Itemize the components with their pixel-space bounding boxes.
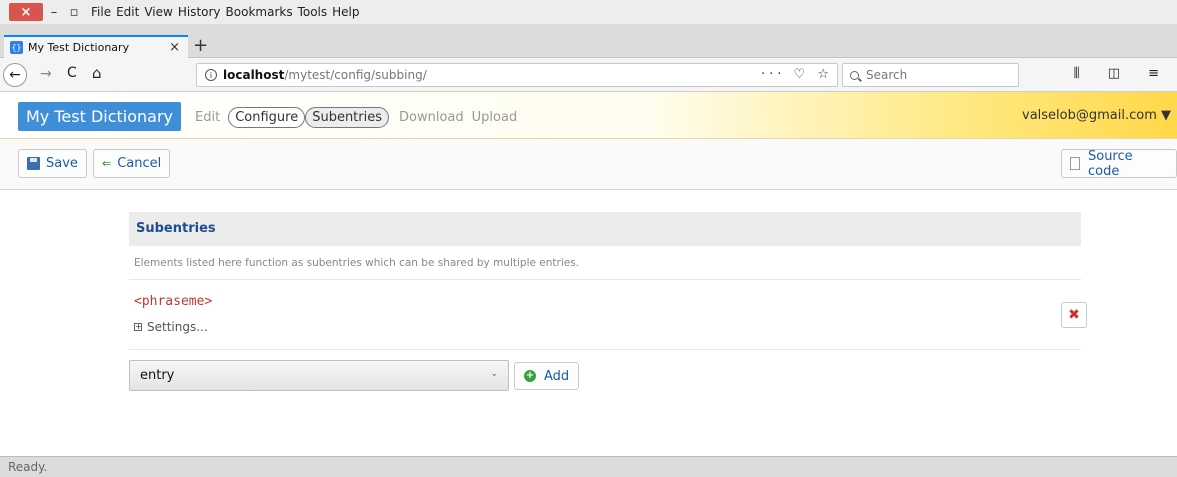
add-button[interactable]: + Add xyxy=(514,362,580,390)
navigation-bar: ← → C ⌂ i localhost/mytest/config/subbin… xyxy=(0,58,1177,92)
tab-strip: {} My Test Dictionary × + xyxy=(0,24,1177,58)
menu-tools[interactable]: Tools xyxy=(298,5,328,19)
info-icon[interactable]: i xyxy=(205,69,217,81)
panel-heading: Subentries xyxy=(129,212,1081,246)
nav-configure-link[interactable]: Configure xyxy=(228,107,306,128)
menu-file[interactable]: File xyxy=(91,5,111,19)
element-select[interactable]: entry ⌄ xyxy=(129,360,509,391)
reload-button[interactable]: C xyxy=(67,65,77,81)
expand-icon: + xyxy=(134,322,142,331)
forward-button[interactable]: → xyxy=(40,66,52,82)
source-code-label: Source code xyxy=(1087,148,1133,179)
delete-subentry-button[interactable]: ✖ xyxy=(1061,302,1087,328)
document-icon xyxy=(1070,157,1080,170)
editor-toolbar: Save ⇐ Cancel Source code xyxy=(0,139,1177,190)
window-close-button[interactable]: × xyxy=(9,3,43,21)
dictionary-title[interactable]: My Test Dictionary xyxy=(18,102,182,131)
title-bar: × – ▫ File Edit View History Bookmarks T… xyxy=(0,0,1177,24)
page-actions-icons[interactable]: ··· ♡ ☆ xyxy=(761,67,833,82)
menu-view[interactable]: View xyxy=(144,5,172,19)
source-code-button[interactable]: Source code xyxy=(1061,148,1177,179)
subentry-element-name: <phraseme> xyxy=(134,294,213,309)
chevron-down-icon: ⌄ xyxy=(490,369,498,379)
settings-toggle[interactable]: + Settings... xyxy=(134,320,208,334)
menu-history[interactable]: History xyxy=(178,5,221,19)
url-host: localhost xyxy=(223,68,285,82)
search-placeholder: Search xyxy=(866,68,908,82)
window-minimize-button[interactable]: – xyxy=(45,5,63,20)
nav-download-link[interactable]: Download xyxy=(399,110,464,125)
nav-upload-link[interactable]: Upload xyxy=(472,110,518,125)
status-text: Ready. xyxy=(8,460,48,474)
nav-subentries-link[interactable]: Subentries xyxy=(305,107,390,128)
add-label: Add xyxy=(544,368,570,384)
main-content: Subentries Elements listed here function… xyxy=(0,190,1177,456)
search-icon xyxy=(850,70,859,80)
back-button[interactable]: ← xyxy=(3,63,27,87)
tab-close-icon[interactable]: × xyxy=(169,40,180,55)
element-select-value: entry xyxy=(140,368,175,383)
add-subentry-row: entry ⌄ + Add xyxy=(129,350,1081,400)
arrow-left-icon: ⇐ xyxy=(102,157,112,170)
cancel-label: Cancel xyxy=(117,156,162,171)
toolbar-right-icons[interactable]: ⫼ ◫ ≡ xyxy=(1074,66,1171,81)
menu-bar: File Edit View History Bookmarks Tools H… xyxy=(91,5,365,19)
subentries-panel: Subentries Elements listed here function… xyxy=(129,212,1087,400)
panel-description: Elements listed here function as subentr… xyxy=(129,246,1081,280)
url-text: localhost/mytest/config/subbing/ xyxy=(223,68,427,82)
cancel-button[interactable]: ⇐ Cancel xyxy=(93,149,171,178)
delete-icon: ✖ xyxy=(1068,307,1080,323)
subentry-row: <phraseme> + Settings... ✖ xyxy=(129,280,1087,350)
menu-bookmarks[interactable]: Bookmarks xyxy=(226,5,293,19)
home-button[interactable]: ⌂ xyxy=(92,64,102,82)
menu-help[interactable]: Help xyxy=(332,5,359,19)
app-navigation: Edit Configure Subentries Download Uploa… xyxy=(195,107,525,128)
search-bar[interactable]: Search xyxy=(842,63,1019,87)
settings-label: Settings... xyxy=(147,320,208,334)
window-maximize-button[interactable]: ▫ xyxy=(65,5,83,20)
save-button[interactable]: Save xyxy=(18,149,87,178)
app-header: My Test Dictionary Edit Configure Subent… xyxy=(0,92,1177,139)
save-label: Save xyxy=(46,156,78,171)
url-path: /mytest/config/subbing/ xyxy=(284,68,427,82)
user-menu[interactable]: valselob@gmail.com ▼ xyxy=(1022,108,1171,123)
status-bar: Ready. xyxy=(0,456,1177,477)
favicon-icon: {} xyxy=(10,41,23,54)
floppy-disk-icon xyxy=(27,157,40,170)
new-tab-button[interactable]: + xyxy=(193,36,208,56)
add-icon: + xyxy=(524,370,536,382)
menu-edit[interactable]: Edit xyxy=(116,5,139,19)
url-bar[interactable]: i localhost/mytest/config/subbing/ ··· ♡… xyxy=(196,63,838,87)
tab-title: My Test Dictionary xyxy=(28,41,130,54)
browser-tab[interactable]: {} My Test Dictionary × xyxy=(4,35,188,58)
nav-edit-link[interactable]: Edit xyxy=(195,110,220,125)
